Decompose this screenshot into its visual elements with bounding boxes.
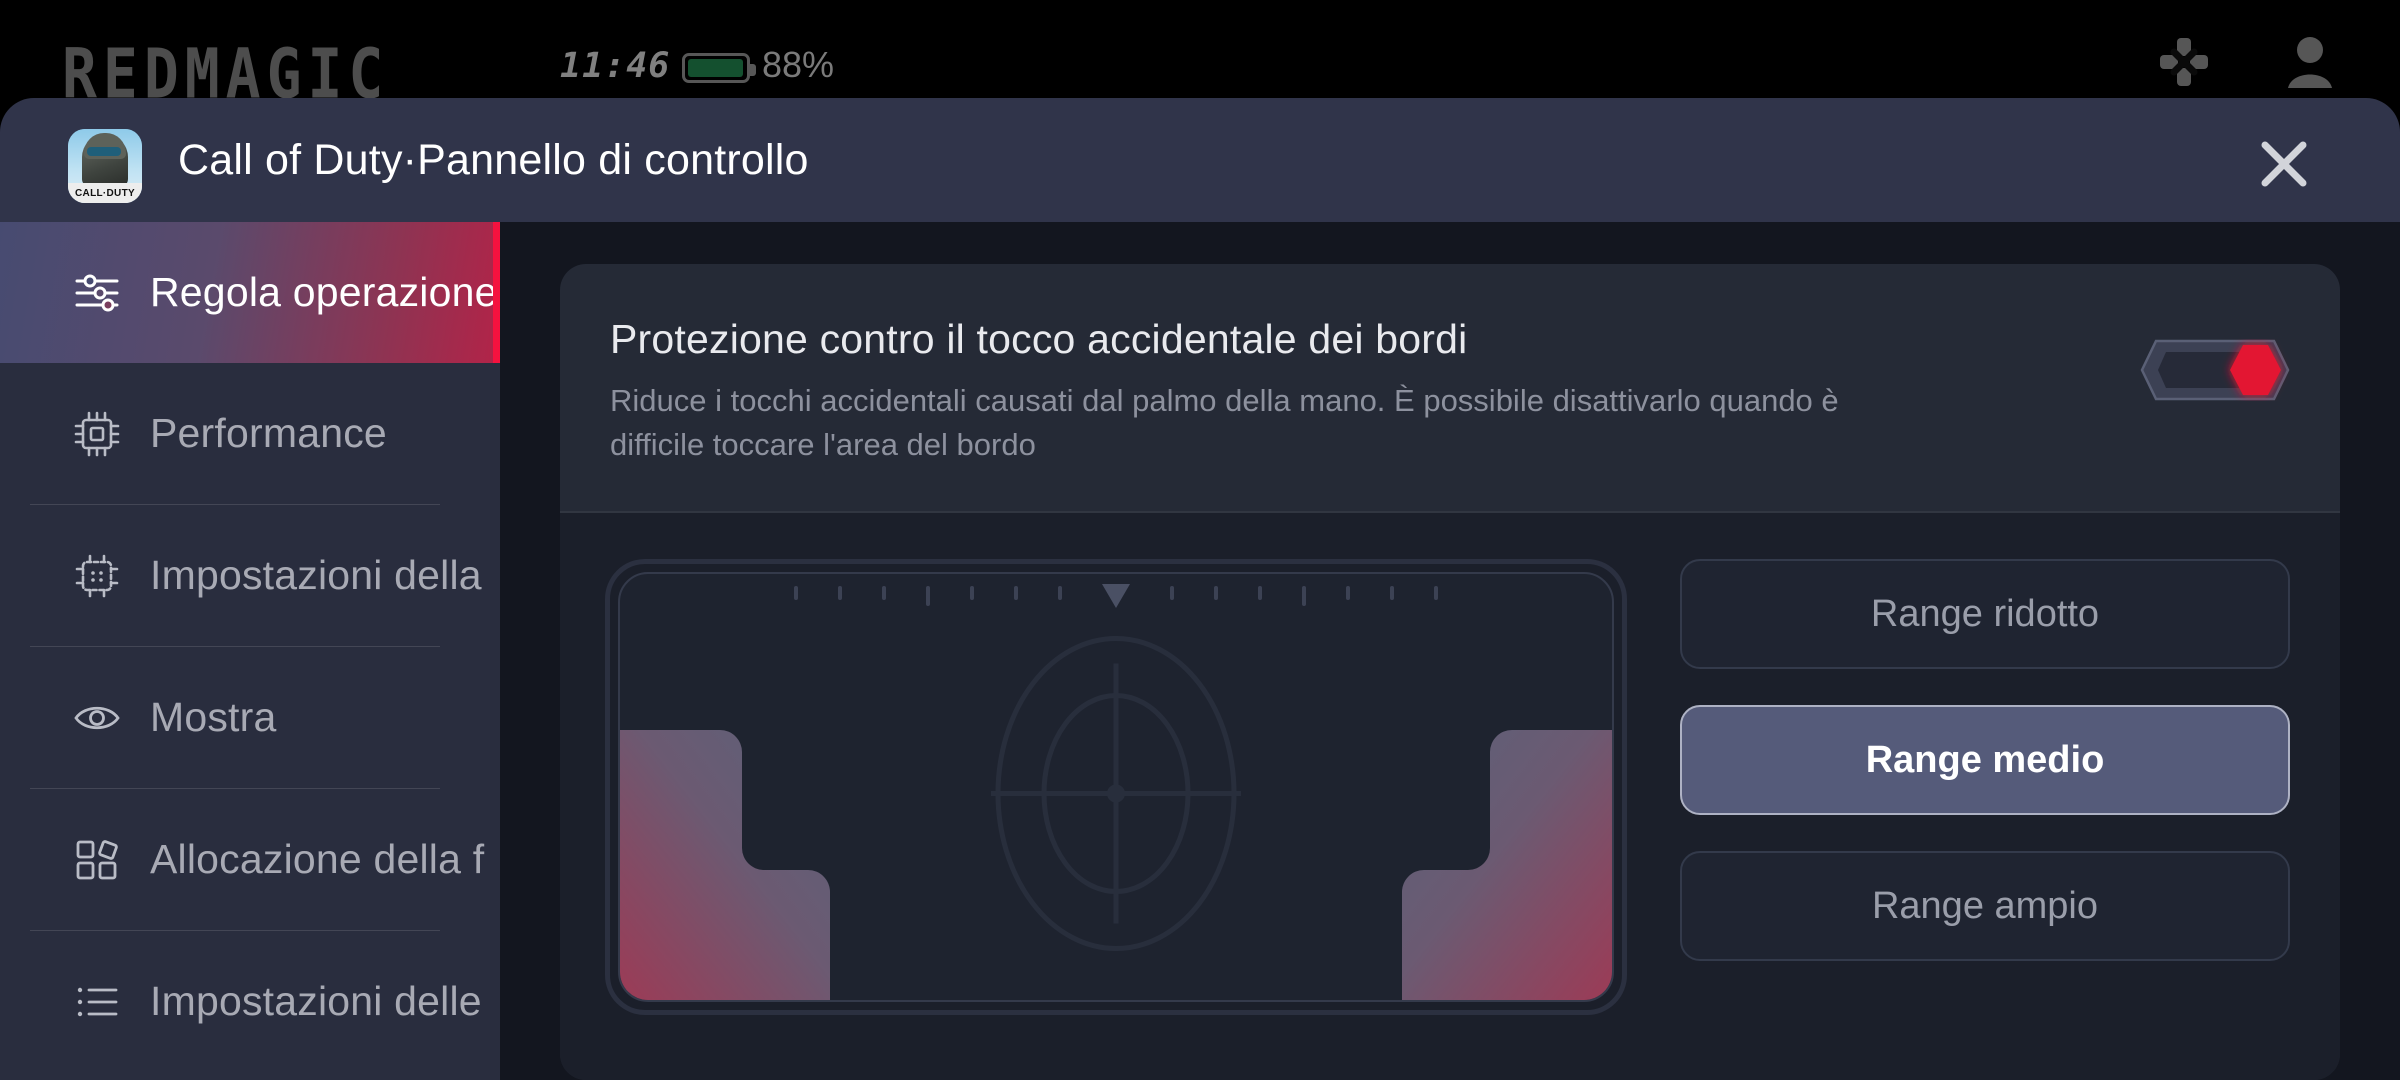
panel-header bbox=[0, 0, 2400, 105]
tick-mark bbox=[970, 586, 974, 600]
cpu-chip-icon bbox=[70, 407, 124, 461]
sliders-icon bbox=[70, 266, 124, 320]
sidebar-nav: Regola operazione Performance Impostazio… bbox=[0, 222, 500, 1080]
list-icon bbox=[70, 975, 124, 1029]
sidebar-item-allocazione-della-f[interactable]: Allocazione della f bbox=[0, 789, 500, 930]
tick-mark bbox=[1346, 586, 1350, 600]
sidebar-item-label: Mostra bbox=[150, 694, 277, 740]
tick-mark bbox=[926, 586, 930, 606]
crosshair-scope-icon bbox=[961, 628, 1271, 963]
sidebar-item-impostazioni-delle[interactable]: Impostazioni delle bbox=[0, 931, 500, 1072]
tick-mark bbox=[1302, 586, 1306, 606]
tick-mark bbox=[1434, 586, 1438, 600]
range-option-medio[interactable]: Range medio bbox=[1680, 705, 2290, 815]
sidebar-item-label: Performance bbox=[150, 410, 387, 456]
sidebar-item-label: Impostazioni della bbox=[150, 552, 482, 598]
triangle-down-pointer-icon bbox=[1102, 584, 1130, 608]
app-icon-label: CALL·DUTY bbox=[75, 187, 135, 199]
close-icon[interactable] bbox=[2253, 133, 2315, 195]
sidebar-item-label: Impostazioni delle bbox=[150, 978, 482, 1024]
card-header: Protezione contro il tocco accidentale d… bbox=[560, 264, 2340, 511]
microchip-icon bbox=[70, 549, 124, 603]
app-icon-call-of-duty: CALL·DUTY bbox=[68, 129, 142, 203]
sidebar-item-performance[interactable]: Performance bbox=[0, 363, 500, 504]
edge-zone-right bbox=[1334, 730, 1612, 1000]
edge-protection-preview bbox=[605, 559, 1627, 1015]
tick-mark bbox=[1058, 586, 1062, 600]
page-title: Call of Duty·Pannello di controllo bbox=[178, 136, 809, 184]
card-body: Range ridotto Range medio Range ampio bbox=[560, 513, 2340, 1080]
tick-mark bbox=[1214, 586, 1218, 600]
tick-mark bbox=[794, 586, 798, 600]
edge-zone-left bbox=[620, 730, 898, 1000]
card-description: Riduce i tocchi accidentali causati dal … bbox=[610, 383, 1839, 462]
content-area: Protezione contro il tocco accidentale d… bbox=[500, 222, 2400, 1080]
sidebar-item-label: Allocazione della f bbox=[150, 836, 485, 882]
edge-touch-protection-toggle[interactable] bbox=[2140, 339, 2290, 401]
sidebar-item-label: Regola operazione bbox=[150, 269, 498, 315]
tick-mark bbox=[1390, 586, 1394, 600]
eye-icon bbox=[70, 691, 124, 745]
tick-mark bbox=[1258, 586, 1262, 600]
tick-mark bbox=[838, 586, 842, 600]
range-option-ampio[interactable]: Range ampio bbox=[1680, 851, 2290, 961]
preview-tick-scale bbox=[620, 584, 1612, 612]
edge-touch-protection-card: Protezione contro il tocco accidentale d… bbox=[560, 264, 2340, 1080]
range-option-ridotto[interactable]: Range ridotto bbox=[1680, 559, 2290, 669]
card-title: Protezione contro il tocco accidentale d… bbox=[610, 316, 1468, 362]
tick-mark bbox=[1170, 586, 1174, 600]
sidebar-item-mostra[interactable]: Mostra bbox=[0, 647, 500, 788]
sidebar-item-regola-operazione[interactable]: Regola operazione bbox=[0, 222, 500, 363]
range-option-group: Range ridotto Range medio Range ampio bbox=[1680, 559, 2290, 997]
sidebar-item-impostazioni-della[interactable]: Impostazioni della bbox=[0, 505, 500, 646]
grid-diamond-icon bbox=[70, 833, 124, 887]
tick-mark bbox=[1014, 586, 1018, 600]
tick-mark bbox=[882, 586, 886, 600]
